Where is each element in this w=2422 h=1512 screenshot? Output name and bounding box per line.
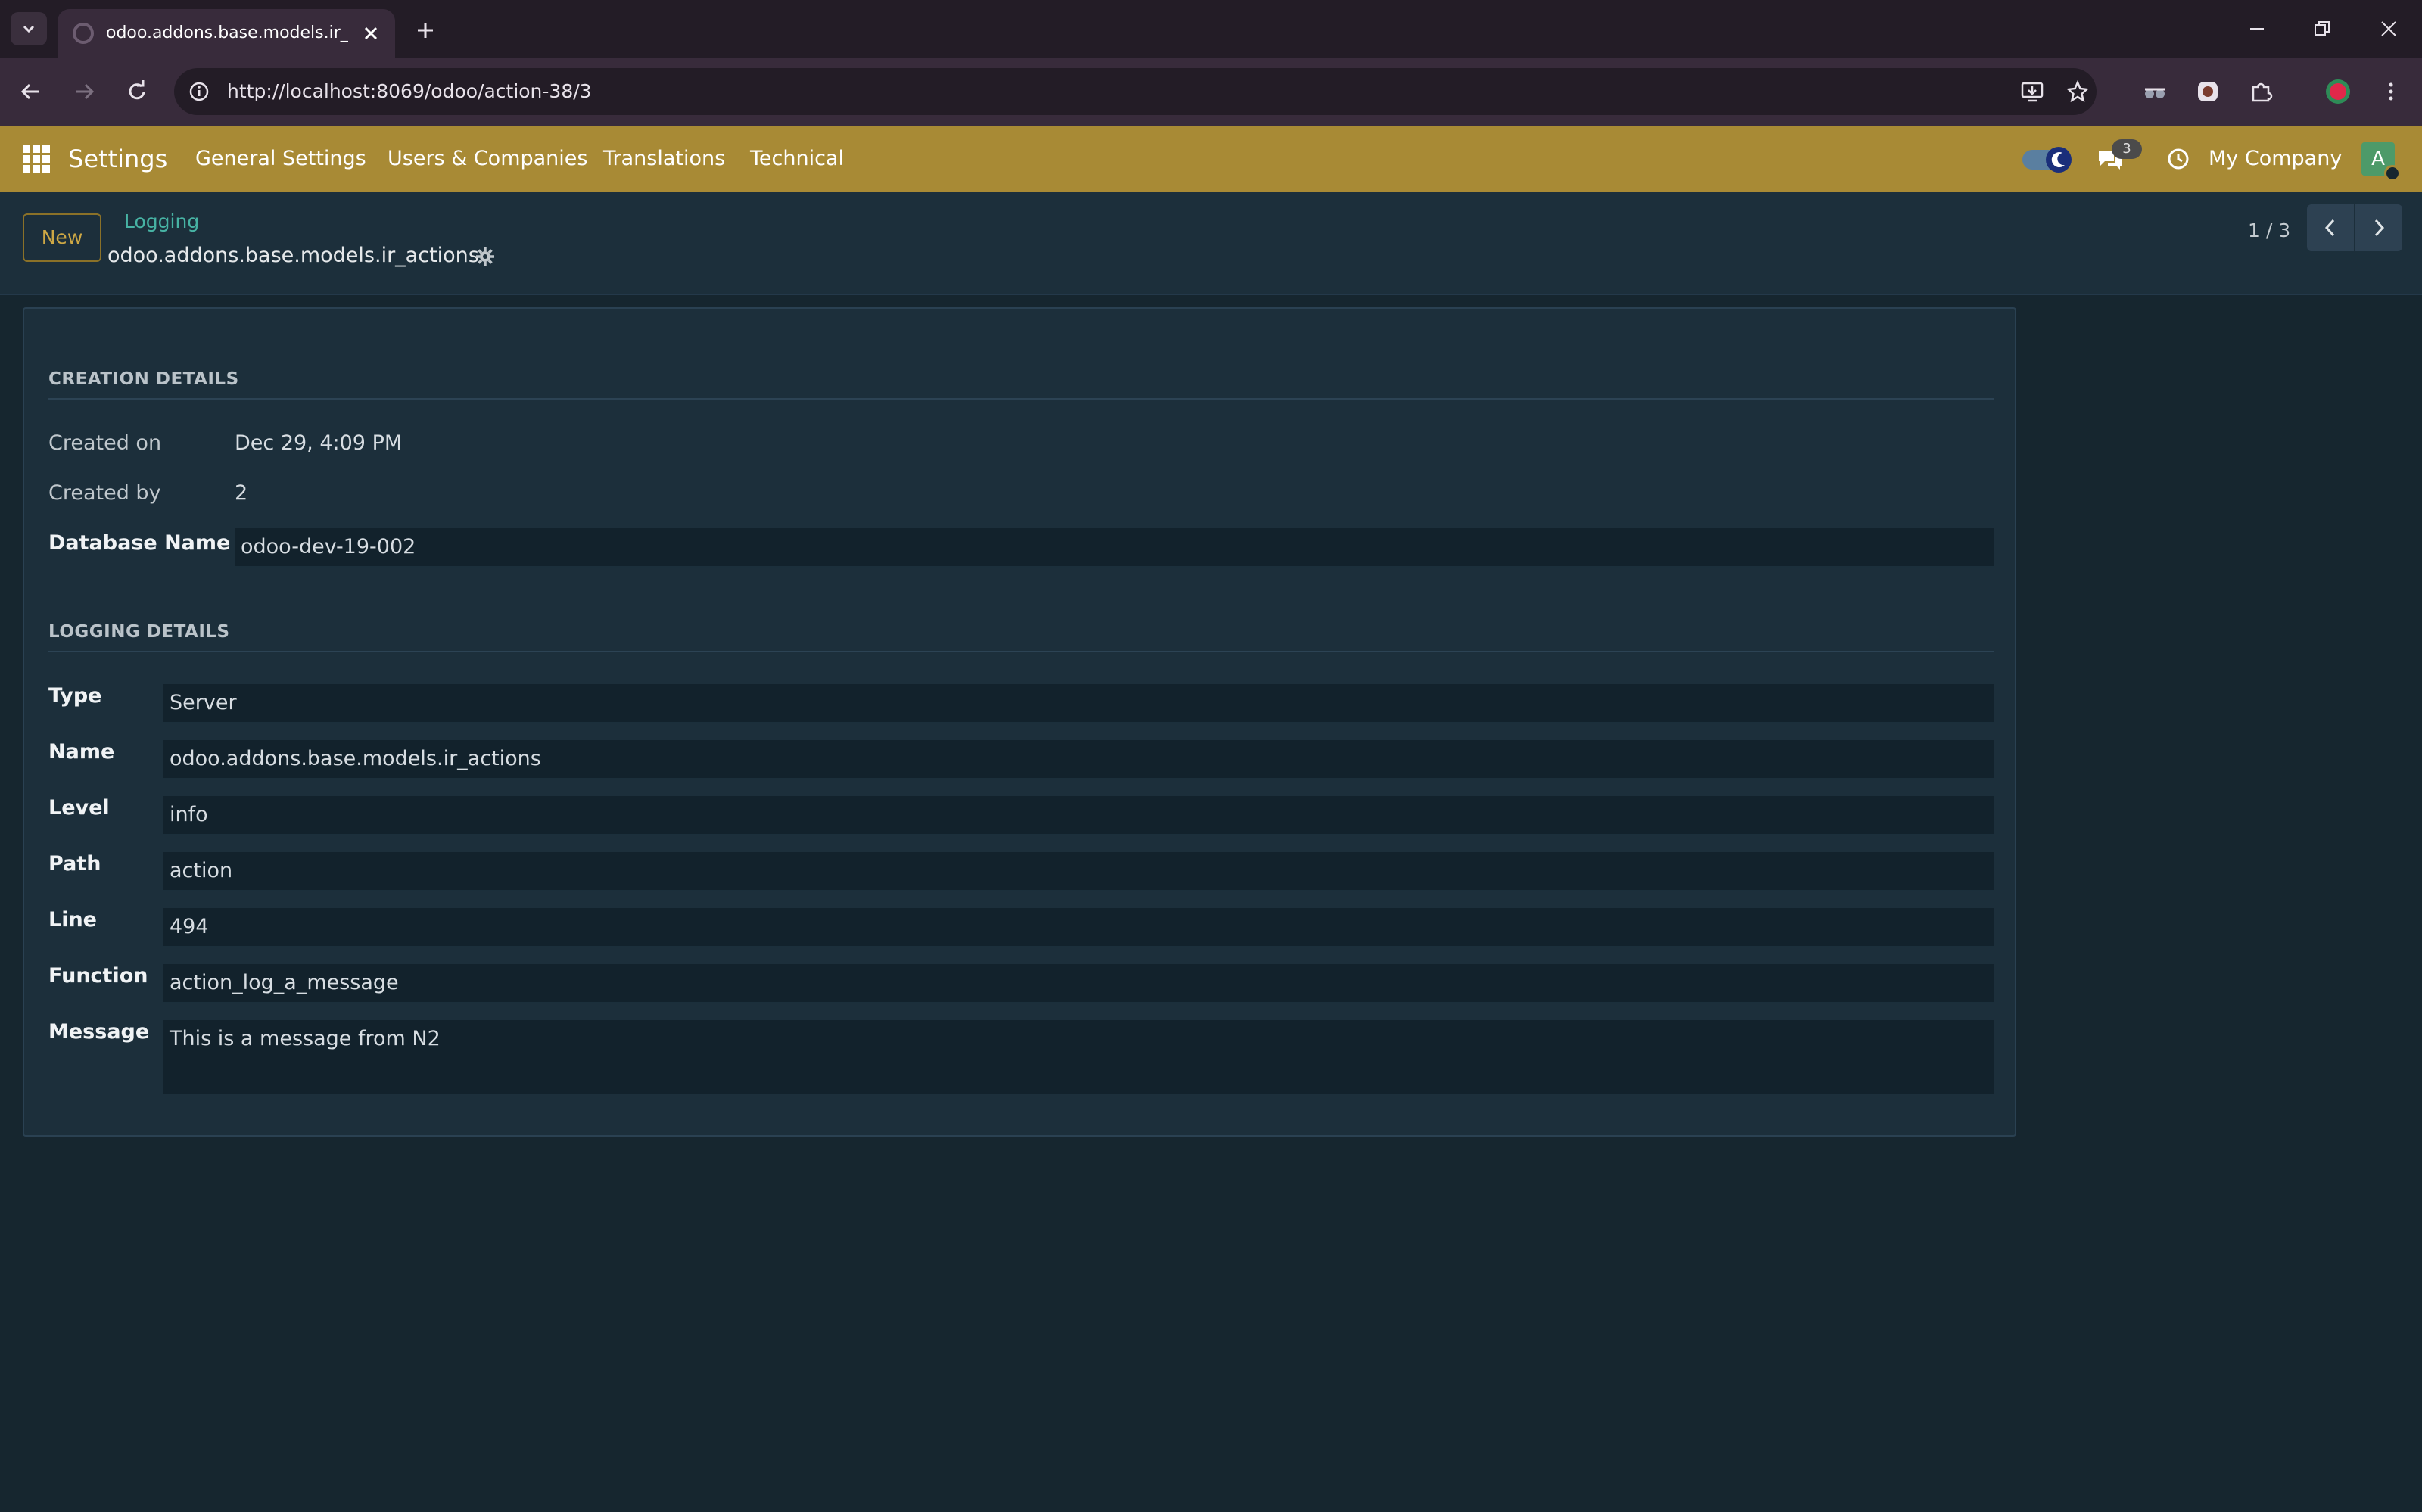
new-tab-button[interactable] <box>409 14 442 47</box>
type-label: Type <box>48 684 102 708</box>
install-app-button[interactable] <box>2016 76 2048 107</box>
gear-icon[interactable] <box>474 245 497 268</box>
browser-menu-button[interactable] <box>2372 73 2410 110</box>
close-icon <box>364 26 378 40</box>
new-button[interactable]: New <box>23 213 101 262</box>
created-by-label: Created by <box>48 481 161 505</box>
function-field[interactable]: action_log_a_message <box>163 964 1994 1003</box>
profile-button[interactable] <box>2319 73 2357 110</box>
extension-button[interactable] <box>2189 73 2227 110</box>
database-name-field[interactable]: odoo-dev-19-002 <box>235 528 1994 568</box>
profile-icon <box>2326 79 2350 104</box>
menu-technical[interactable]: Technical <box>750 126 844 192</box>
reload-icon <box>129 80 145 100</box>
info-icon <box>189 82 209 101</box>
path-label: Path <box>48 852 101 876</box>
browser-toolbar: http://localhost:8069/odoo/action-38/3 <box>0 58 2422 126</box>
arrow-left-icon <box>20 83 39 100</box>
record-title: odoo.addons.base.models.ir_actions <box>107 244 479 267</box>
tab-close-button[interactable] <box>357 20 384 47</box>
app-brand[interactable]: Settings <box>68 126 167 192</box>
app-navbar: Settings General Settings Users & Compan… <box>0 126 2422 192</box>
menu-translations[interactable]: Translations <box>603 126 725 192</box>
chevron-left-icon <box>2324 219 2335 237</box>
level-label: Level <box>48 796 110 820</box>
install-icon <box>2021 82 2044 102</box>
reload-button[interactable] <box>118 73 156 110</box>
type-field[interactable]: Server <box>163 684 1994 723</box>
function-label: Function <box>48 964 148 988</box>
gear-glyph <box>476 247 494 266</box>
line-label: Line <box>48 908 97 932</box>
puzzle-icon <box>2252 82 2273 102</box>
close-icon <box>2381 21 2396 36</box>
created-on-value: Dec 29, 4:09 PM <box>235 431 403 455</box>
chevron-down-icon <box>23 25 35 33</box>
pager-next-button[interactable] <box>2355 204 2402 251</box>
plus-icon <box>418 23 433 38</box>
tab-title: odoo.addons.base.models.ir_actio <box>106 23 348 42</box>
pager-previous-button[interactable] <box>2307 204 2354 251</box>
star-icon <box>2066 80 2089 103</box>
control-panel: New Logging odoo.addons.base.models.ir_a… <box>0 192 2422 295</box>
message-label: Message <box>48 1020 150 1044</box>
arrow-right-icon <box>76 83 95 100</box>
name-label: Name <box>48 740 115 764</box>
spy-glasses-icon <box>2145 88 2165 98</box>
forward-button[interactable] <box>65 73 103 110</box>
restore-button[interactable] <box>2301 11 2343 47</box>
message-field[interactable]: This is a message from N2 <box>163 1020 1994 1094</box>
created-on-label: Created on <box>48 431 162 455</box>
dark-mode-toggle[interactable] <box>2021 142 2074 176</box>
shield-extension-icon <box>2198 82 2218 101</box>
more-vertical-icon <box>2389 82 2393 101</box>
company-switcher[interactable]: My Company <box>2209 126 2342 192</box>
pager-value: 1 / 3 <box>2248 219 2291 241</box>
line-field[interactable]: 494 <box>163 908 1994 947</box>
extensions-menu-button[interactable] <box>2242 73 2280 110</box>
created-by-value: 2 <box>235 481 248 505</box>
close-window-button[interactable] <box>2368 11 2410 47</box>
extension-button[interactable] <box>2136 73 2174 110</box>
clock-icon <box>2168 148 2189 170</box>
restore-icon <box>2315 21 2330 36</box>
menu-general-settings[interactable]: General Settings <box>195 126 366 192</box>
level-field[interactable]: info <box>163 796 1994 835</box>
creation-details-title: CREATION DETAILS <box>48 362 1994 400</box>
database-name-label: Database Name <box>48 531 231 555</box>
chat-badge: 3 <box>2112 139 2142 159</box>
minimize-icon <box>2250 28 2264 30</box>
breadcrumb-logging[interactable]: Logging <box>124 210 199 232</box>
path-field[interactable]: action <box>163 852 1994 891</box>
logging-details-title: LOGGING DETAILS <box>48 614 1994 652</box>
presence-status-icon <box>2384 165 2401 182</box>
minimize-button[interactable] <box>2236 11 2278 47</box>
moon-toggle-icon <box>2022 147 2072 173</box>
activity-button[interactable] <box>2163 142 2193 176</box>
address-bar[interactable]: http://localhost:8069/odoo/action-38/3 <box>174 68 2097 115</box>
loading-icon <box>73 23 94 44</box>
name-field[interactable]: odoo.addons.base.models.ir_actions <box>163 740 1994 779</box>
menu-users-companies[interactable]: Users & Companies <box>388 126 587 192</box>
back-button[interactable] <box>12 73 50 110</box>
bookmark-button[interactable] <box>2062 76 2094 107</box>
url-text: http://localhost:8069/odoo/action-38/3 <box>227 80 592 102</box>
apps-menu-icon[interactable] <box>23 145 50 173</box>
site-info-button[interactable] <box>183 76 215 107</box>
tab-search-button[interactable] <box>11 12 47 45</box>
form-sheet: CREATION DETAILS Created on Dec 29, 4:09… <box>23 307 2016 1137</box>
chevron-right-icon <box>2374 219 2385 237</box>
browser-tab-bar: odoo.addons.base.models.ir_actio <box>0 0 2422 58</box>
browser-tab[interactable]: odoo.addons.base.models.ir_actio <box>58 9 395 58</box>
